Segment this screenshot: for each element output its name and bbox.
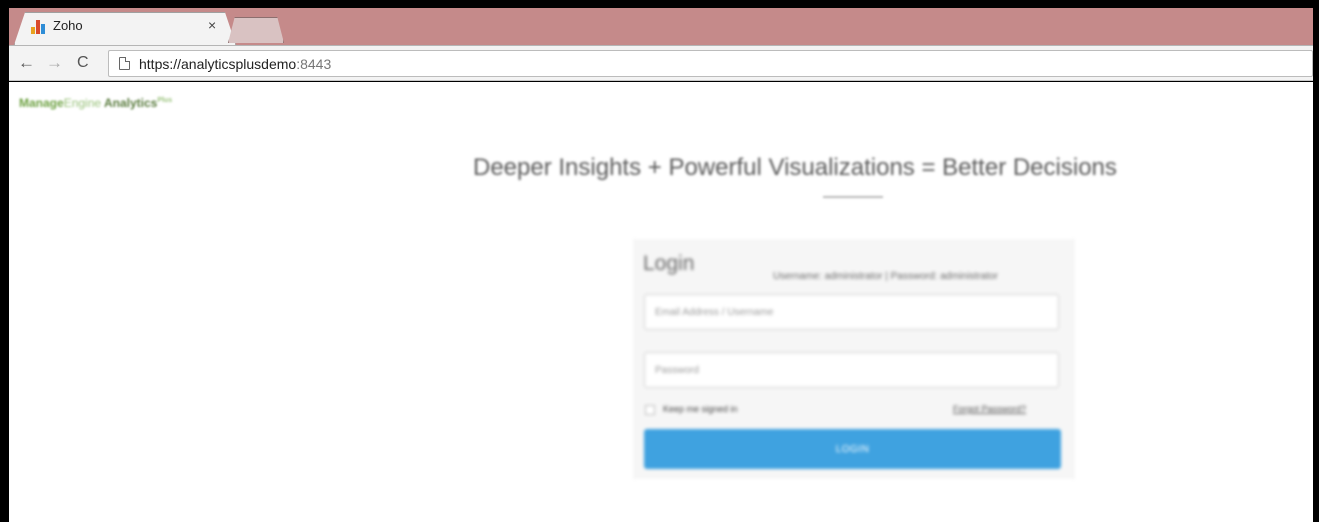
logo-plus: Plus bbox=[157, 97, 173, 104]
browser-window: Zoho × ← → C https://analyticsplusdemo:8… bbox=[0, 0, 1319, 522]
logo-analytics: Analytics bbox=[101, 96, 158, 110]
address-bar[interactable]: https://analyticsplusdemo:8443 bbox=[108, 50, 1313, 77]
url-text: https://analyticsplusdemo:8443 bbox=[139, 56, 331, 72]
login-button[interactable]: LOGIN bbox=[644, 429, 1061, 469]
login-credentials-hint: Username: administrator | Password: admi… bbox=[773, 271, 998, 282]
page-headline: Deeper Insights + Powerful Visualization… bbox=[473, 154, 1117, 181]
logo-engine: Engine bbox=[63, 96, 102, 110]
headline-divider bbox=[823, 196, 883, 198]
page-content: ManageEngine AnalyticsPlus Deeper Insigh… bbox=[9, 82, 1313, 522]
new-tab-button[interactable] bbox=[228, 17, 284, 43]
tab-zoho[interactable] bbox=[14, 12, 236, 45]
email-field[interactable] bbox=[644, 294, 1059, 330]
tab-title: Zoho bbox=[53, 18, 83, 33]
password-input[interactable] bbox=[645, 353, 1058, 387]
forward-icon[interactable]: → bbox=[46, 53, 63, 73]
forgot-password-link[interactable]: Forgot Password? bbox=[953, 404, 1026, 414]
browser-toolbar: ← → C https://analyticsplusdemo:8443 bbox=[9, 45, 1313, 81]
analytics-favicon-icon bbox=[31, 19, 47, 35]
tab-close-icon[interactable]: × bbox=[208, 17, 216, 33]
reload-icon[interactable]: C bbox=[77, 53, 89, 73]
manageengine-logo: ManageEngine AnalyticsPlus bbox=[19, 96, 172, 110]
url-port: :8443 bbox=[296, 56, 332, 72]
keep-signed-in-label: Keep me signed in bbox=[663, 404, 738, 414]
back-icon[interactable]: ← bbox=[18, 53, 35, 73]
email-input[interactable] bbox=[645, 295, 1058, 329]
logo-manage: Manage bbox=[19, 96, 64, 110]
keep-signed-in-checkbox[interactable] bbox=[645, 405, 655, 415]
login-title: Login bbox=[643, 252, 695, 275]
password-field[interactable] bbox=[644, 352, 1059, 388]
page-icon bbox=[119, 57, 130, 70]
url-host: https://analyticsplusdemo bbox=[139, 56, 297, 72]
login-card: Login Username: administrator | Password… bbox=[633, 239, 1075, 479]
